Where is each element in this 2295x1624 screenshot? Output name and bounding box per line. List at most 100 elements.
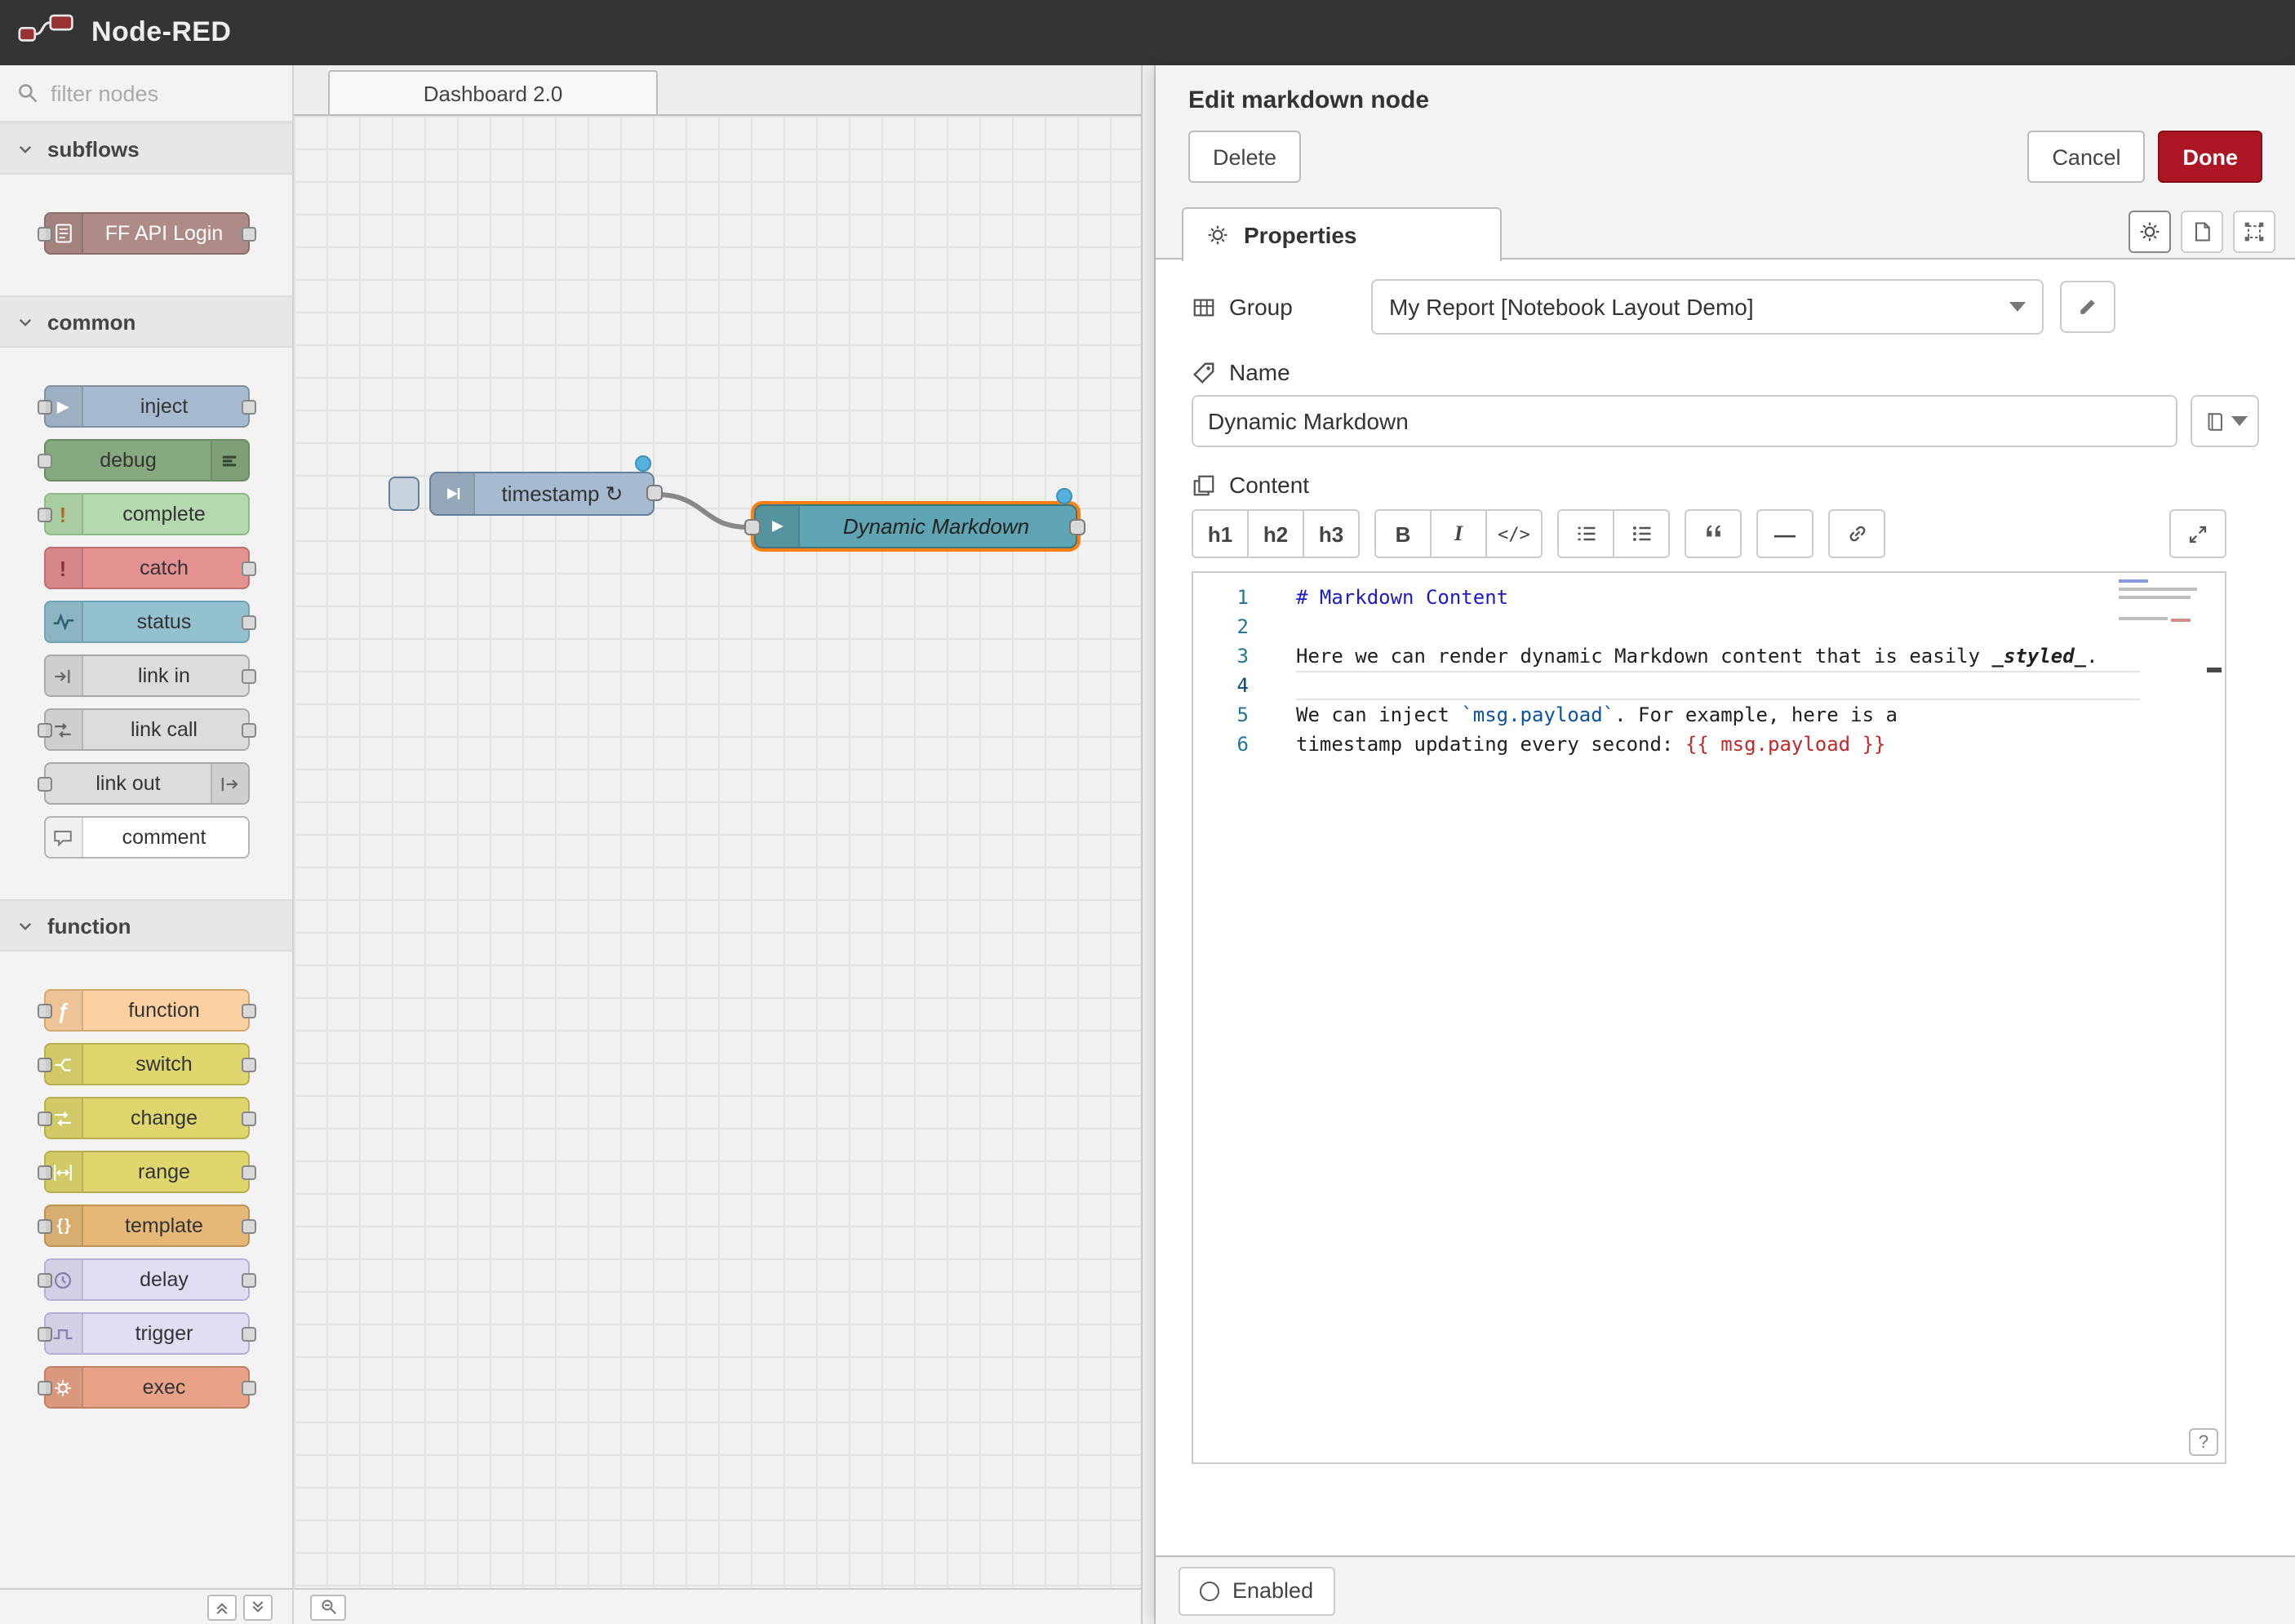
palette-node-trigger[interactable]: trigger [43,1312,249,1355]
palette-node-link-in[interactable]: link in [43,654,249,697]
chevron-down-icon [16,916,34,934]
markdown-output-port[interactable] [1069,519,1085,535]
flow-node-dynamic-markdown[interactable]: Dynamic Markdown [754,504,1077,548]
palette-port-right [241,1327,255,1342]
node-red-logo [16,10,78,55]
palette-node-comment[interactable]: comment [43,816,249,859]
expand-editor-button[interactable] [2169,509,2226,558]
palette-expand-all-button[interactable] [243,1594,273,1620]
tab-properties[interactable]: Properties [1182,207,1502,261]
palette-node-link-call[interactable]: link call [43,708,249,751]
label-options-button[interactable] [2191,395,2259,447]
node-enabled-toggle[interactable]: Enabled [1179,1566,1334,1615]
palette-node-link-out[interactable]: link out [43,762,249,805]
tray-tab-buttons [2129,211,2275,253]
code-lines[interactable]: # Markdown Content Here we can render dy… [1255,573,2140,1462]
editor-help-button[interactable]: ? [2189,1428,2218,1456]
complete-icon [45,495,82,534]
palette-port-right [241,615,255,630]
code-line[interactable]: We can inject `msg.payload`. For example… [1296,700,2140,730]
wire-timestamp-to-markdown[interactable] [656,495,748,527]
markdown-toolbar: h1 h2 h3 B I </> [1192,509,2259,558]
bold-button[interactable]: B [1374,509,1432,558]
palette-port-right [241,1004,255,1018]
code-line-current[interactable] [1296,671,2140,700]
palette-category-label: function [47,913,131,938]
palette-node-ff-api-login[interactable]: FF API Login [43,212,249,255]
heading3-button[interactable]: h3 [1303,509,1360,558]
palette-node-range[interactable]: range [43,1151,249,1193]
unordered-list-button[interactable] [1613,509,1670,558]
palette-node-template[interactable]: template [43,1205,249,1247]
horizontal-rule-button[interactable]: — [1756,509,1813,558]
timestamp-changed-indicator [635,455,651,472]
link-out-icon [210,764,247,803]
italic-button[interactable]: I [1430,509,1487,558]
group-select[interactable]: My Report [Notebook Layout Demo] [1371,279,2044,335]
palette-node-change[interactable]: change [43,1097,249,1139]
palette-port-right [241,400,255,415]
palette-node-function[interactable]: function [43,989,249,1032]
palette-category-subflows[interactable]: subflows [0,122,292,175]
enabled-circle-icon [1200,1581,1219,1600]
palette-node-debug[interactable]: debug [43,439,249,481]
palette-node-inject[interactable]: inject [43,385,249,428]
markdown-code-editor[interactable]: 1 2 3 4 5 6 # Markdown Content Here we c… [1192,571,2226,1464]
change-icon [45,1098,82,1138]
palette-search-input[interactable] [51,81,255,105]
enabled-label: Enabled [1232,1578,1313,1603]
line-number: 3 [1193,641,1255,671]
palette-port-right [241,723,255,738]
tab-button-properties[interactable] [2129,211,2171,253]
timestamp-output-port[interactable] [646,485,663,501]
palette-node-complete[interactable]: complete [43,493,249,535]
code-line[interactable]: timestamp updating every second: {{ msg.… [1296,730,2140,759]
tab-button-appearance[interactable] [2233,211,2275,253]
workspace-tab-dashboard[interactable]: Dashboard 2.0 [328,70,658,114]
palette-category-common[interactable]: common [0,295,292,348]
name-field-label: Name [1192,359,2259,385]
code-line[interactable] [1296,612,2140,641]
inject-icon [431,473,475,514]
palette-node-delay[interactable]: delay [43,1258,249,1301]
tag-icon [1192,360,1216,384]
code-segment: We can inject [1296,703,1461,726]
edit-group-button[interactable] [2060,281,2115,333]
tray-resize-handle[interactable] [1141,65,1156,1624]
heading1-button[interactable]: h1 [1192,509,1249,558]
palette-search[interactable] [0,65,292,122]
tab-button-description[interactable] [2181,211,2223,253]
navigator-toggle-button[interactable] [310,1594,346,1620]
code-line[interactable]: # Markdown Content [1296,583,2140,612]
palette-node-catch[interactable]: catch [43,547,249,589]
link-button[interactable] [1828,509,1885,558]
code-segment: . [2086,645,2097,668]
palette-node-status[interactable]: status [43,601,249,643]
done-button[interactable]: Done [2159,131,2263,183]
code-segment: timestamp updating every second: [1296,733,1685,756]
markdown-input-port[interactable] [744,519,761,535]
editor-minimap[interactable] [2119,579,2204,775]
markdown-changed-indicator [1056,488,1072,504]
palette-port-right [241,1165,255,1180]
flow-node-timestamp[interactable]: timestamp ↻ [429,472,655,516]
canvas-footer [294,1588,1141,1624]
palette-category-function[interactable]: function [0,899,292,952]
code-line[interactable]: Here we can render dynamic Markdown cont… [1296,641,2140,671]
blockquote-button[interactable] [1685,509,1742,558]
palette-node-exec[interactable]: exec [43,1366,249,1409]
delete-button[interactable]: Delete [1188,131,1301,183]
palette-node-switch[interactable]: switch [43,1043,249,1085]
palette-port-right [241,1219,255,1234]
line-number: 6 [1193,730,1255,759]
ordered-list-button[interactable] [1557,509,1614,558]
palette-collapse-all-button[interactable] [207,1594,237,1620]
code-button[interactable]: </> [1485,509,1543,558]
function-icon [45,991,82,1030]
workspace-grid[interactable]: timestamp ↻ Dynamic Markdown [294,116,1141,1588]
name-input[interactable] [1192,395,2177,447]
cancel-button[interactable]: Cancel [2027,131,2145,183]
content-field-label: Content [1192,472,2259,498]
heading2-button[interactable]: h2 [1247,509,1304,558]
inject-trigger-button[interactable] [388,477,419,511]
